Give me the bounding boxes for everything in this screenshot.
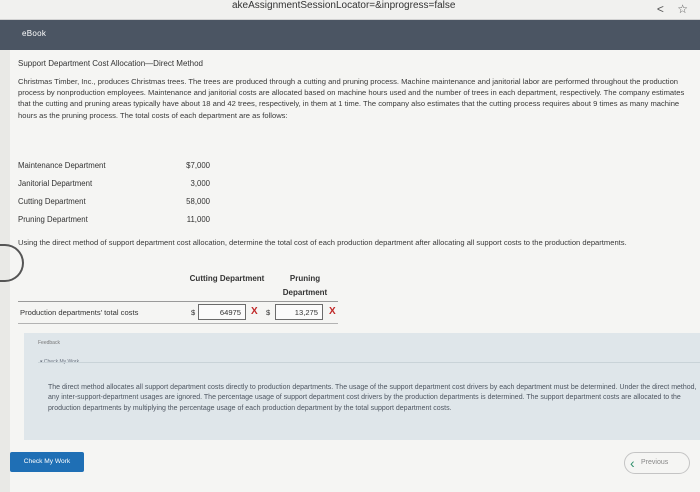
- feedback-text: The direct method allocates all support …: [48, 384, 697, 412]
- cost-value: 58,000: [186, 197, 210, 206]
- feedback-panel: Feedback ▾ Check My Work The direct meth…: [24, 333, 700, 440]
- problem-sheet: Support Department Cost Allocation—Direc…: [0, 50, 700, 492]
- row-label: Production departments' total costs: [20, 308, 139, 317]
- incorrect-icon: X: [329, 306, 336, 317]
- star-icon[interactable]: ☆: [677, 2, 688, 16]
- incorrect-icon: X: [251, 306, 258, 317]
- chevron-left-icon: ‹: [630, 455, 635, 471]
- cost-row: Cutting Department 58,000: [18, 197, 218, 215]
- cost-label: Maintenance Department: [18, 161, 106, 170]
- currency-symbol: $: [191, 308, 196, 317]
- cost-row: Janitorial Department 3,000: [18, 179, 218, 197]
- cutting-total-input[interactable]: 64975: [198, 304, 246, 320]
- problem-description: Christmas Timber, Inc., produces Christm…: [18, 77, 685, 120]
- column-header-cutting: Cutting Department: [189, 274, 265, 283]
- ebook-header: eBook: [0, 20, 700, 50]
- question-text: Using the direct method of support depar…: [18, 238, 627, 247]
- department-costs: Maintenance Department $7,000 Janitorial…: [18, 161, 218, 233]
- problem-title: Support Department Cost Allocation—Direc…: [18, 59, 203, 68]
- ebook-tab[interactable]: eBook: [22, 29, 46, 38]
- share-icon[interactable]: <: [657, 2, 664, 16]
- feedback-label: Feedback: [38, 340, 60, 346]
- cost-value: 3,000: [190, 179, 210, 188]
- cost-value: $7,000: [186, 161, 210, 170]
- column-header-pruning: Pruning Department: [282, 274, 328, 297]
- cost-row: Pruning Department 11,000: [18, 215, 218, 233]
- address-bar[interactable]: akeAssignmentSessionLocator=&inprogress=…: [0, 0, 700, 20]
- cost-row: Maintenance Department $7,000: [18, 161, 218, 179]
- previous-label: Previous: [641, 459, 669, 466]
- cost-label: Cutting Department: [18, 197, 86, 206]
- question-marker-icon: [0, 244, 24, 282]
- pruning-total-input[interactable]: 13,275: [275, 304, 323, 320]
- previous-button[interactable]: ‹ Previous: [624, 452, 690, 474]
- feedback-divider: [38, 362, 700, 363]
- table-header-divider: [18, 301, 338, 302]
- table-row-divider: [18, 323, 338, 324]
- cost-value: 11,000: [186, 215, 210, 224]
- browser-actions: < ☆: [647, 2, 688, 16]
- url-text[interactable]: akeAssignmentSessionLocator=&inprogress=…: [232, 0, 455, 11]
- cost-label: Pruning Department: [18, 215, 88, 224]
- check-my-work-button[interactable]: Check My Work: [10, 452, 84, 472]
- currency-symbol: $: [266, 308, 271, 317]
- cost-label: Janitorial Department: [18, 179, 93, 188]
